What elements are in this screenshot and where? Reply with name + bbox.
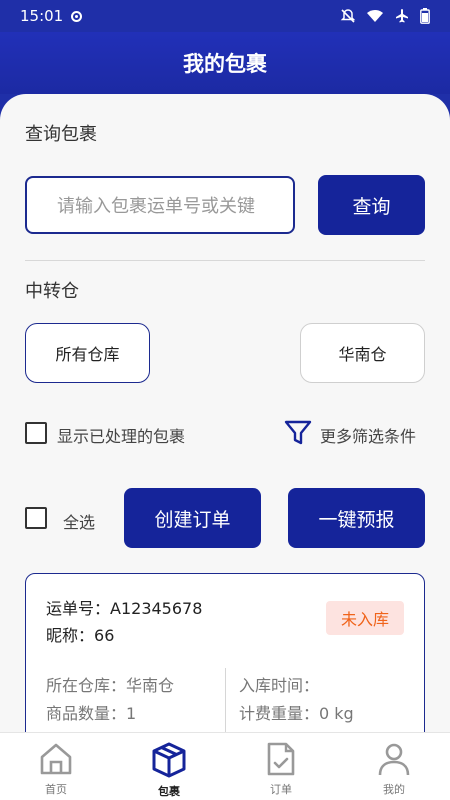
tab-home[interactable]: 首页 bbox=[0, 733, 112, 800]
warehouse-option-south-china[interactable]: 华南仓 bbox=[300, 323, 425, 383]
checkin-time-label: 入库时间： bbox=[239, 676, 320, 695]
notifications-off-icon bbox=[340, 9, 356, 23]
recording-indicator-icon bbox=[71, 10, 83, 22]
search-section-title: 查询包裹 bbox=[25, 124, 97, 145]
battery-icon bbox=[420, 8, 430, 24]
package-card[interactable]: 运单号：A12345678 昵称：66 未入库 所在仓库：华南仓 商品数量：1 … bbox=[25, 573, 425, 753]
tab-packages[interactable]: 包裹 bbox=[113, 733, 225, 800]
nickname-row: 昵称：66 bbox=[46, 622, 114, 646]
status-bar: 15:01 bbox=[0, 0, 450, 32]
search-button-label: 查询 bbox=[352, 195, 391, 218]
user-icon bbox=[378, 743, 410, 776]
filter-icon[interactable] bbox=[284, 419, 312, 447]
tab-orders-label: 订单 bbox=[270, 783, 292, 796]
select-all-label: 全选 bbox=[63, 513, 96, 532]
package-box-icon bbox=[152, 742, 186, 778]
quantity-label: 商品数量： bbox=[46, 704, 127, 723]
show-processed-label: 显示已处理的包裹 bbox=[57, 427, 186, 446]
content-sheet: 查询包裹 请输入包裹运单号或关键 查询 中转仓 所有仓库 华南仓 显示已处理的包… bbox=[0, 94, 450, 800]
create-order-label: 创建订单 bbox=[154, 508, 231, 531]
warehouse-row: 所在仓库：华南仓 bbox=[46, 672, 174, 696]
weight-label: 计费重量： bbox=[239, 704, 320, 723]
tab-profile[interactable]: 我的 bbox=[338, 733, 450, 800]
divider bbox=[25, 260, 425, 261]
warehouse-option-label: 所有仓库 bbox=[55, 345, 120, 364]
quantity-value: 1 bbox=[126, 704, 137, 723]
tab-home-label: 首页 bbox=[45, 783, 67, 796]
wifi-icon bbox=[367, 10, 383, 22]
page-header: 我的包裹 bbox=[0, 32, 450, 94]
search-button[interactable]: 查询 bbox=[318, 175, 425, 235]
prereport-label: 一键预报 bbox=[318, 508, 395, 531]
nickname-value: 66 bbox=[94, 626, 115, 645]
show-processed-checkbox[interactable] bbox=[25, 422, 47, 444]
nickname-label: 昵称： bbox=[46, 626, 95, 645]
warehouse-section-title: 中转仓 bbox=[25, 281, 79, 302]
airplane-mode-icon bbox=[396, 9, 408, 23]
quantity-row: 商品数量：1 bbox=[46, 700, 136, 724]
status-badge: 未入库 bbox=[326, 601, 404, 635]
search-input[interactable]: 请输入包裹运单号或关键 bbox=[25, 176, 295, 234]
search-input-placeholder: 请输入包裹运单号或关键 bbox=[57, 196, 255, 217]
select-all-checkbox[interactable] bbox=[25, 507, 47, 529]
tracking-label: 运单号： bbox=[46, 599, 111, 618]
create-order-button[interactable]: 创建订单 bbox=[124, 488, 261, 548]
page-title: 我的包裹 bbox=[183, 52, 267, 76]
status-time: 15:01 bbox=[20, 7, 64, 25]
tracking-row: 运单号：A12345678 bbox=[46, 595, 202, 619]
warehouse-label: 所在仓库： bbox=[46, 676, 127, 695]
bottom-tab-bar: 首页 包裹 订单 我的 bbox=[0, 732, 450, 800]
home-icon bbox=[40, 743, 72, 775]
weight-row: 计费重量：0 kg bbox=[239, 700, 354, 724]
tracking-number: A12345678 bbox=[110, 599, 203, 618]
checkin-time-row: 入库时间： bbox=[239, 672, 319, 696]
warehouse-option-all[interactable]: 所有仓库 bbox=[25, 323, 150, 383]
tab-profile-label: 我的 bbox=[383, 783, 405, 796]
tab-packages-label: 包裹 bbox=[158, 785, 180, 798]
order-document-icon bbox=[267, 742, 295, 776]
more-filters-link[interactable]: 更多筛选条件 bbox=[320, 423, 416, 447]
tab-orders[interactable]: 订单 bbox=[225, 733, 337, 800]
warehouse-option-label: 华南仓 bbox=[338, 345, 387, 364]
weight-value: 0 kg bbox=[319, 704, 354, 723]
prereport-button[interactable]: 一键预报 bbox=[288, 488, 425, 548]
warehouse-value: 华南仓 bbox=[126, 676, 175, 695]
